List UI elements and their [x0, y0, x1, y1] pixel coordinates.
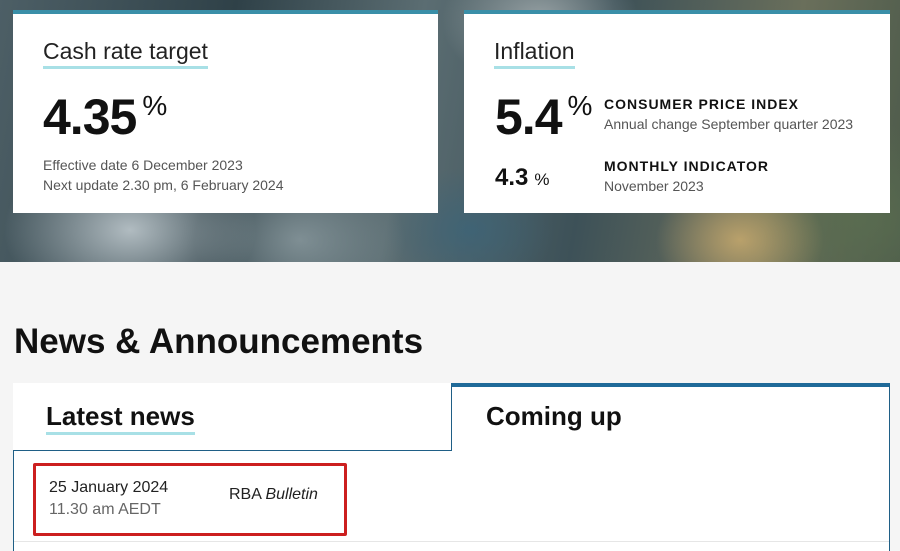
- cpi-info: CONSUMER PRICE INDEX Annual change Septe…: [604, 94, 853, 134]
- event-date: 25 January 2024: [49, 479, 169, 496]
- monthly-label: MONTHLY INDICATOR: [604, 158, 770, 174]
- event-item[interactable]: 25 January 2024 11.30 am AEDT RBA Bullet…: [33, 463, 347, 536]
- cpi-description: Annual change September quarter 2023: [604, 116, 854, 132]
- monthly-info: MONTHLY INDICATOR November 2023: [604, 156, 769, 196]
- coming-up-panel: 25 January 2024 11.30 am AEDT RBA Bullet…: [13, 451, 890, 551]
- monthly-description: November 2023: [604, 178, 704, 194]
- panel-divider: [14, 541, 889, 542]
- monthly-value-group: 4.3%: [495, 164, 550, 192]
- event-title-prefix: RBA: [229, 486, 266, 503]
- cash-rate-title[interactable]: Cash rate target: [43, 38, 208, 69]
- monthly-value: 4.3: [495, 164, 529, 191]
- event-time: 11.30 am AEDT: [49, 501, 161, 518]
- inflation-card: Inflation 5.4% CONSUMER PRICE INDEX Annu…: [464, 10, 890, 213]
- news-tabs: Latest news Coming up 25 January 2024 11…: [13, 383, 890, 551]
- cash-rate-value-group: 4.35%: [43, 89, 168, 145]
- event-title-italic: Bulletin: [265, 486, 318, 503]
- tab-latest-news-label: Latest news: [46, 401, 195, 435]
- monthly-unit: %: [534, 170, 550, 189]
- cpi-unit: %: [567, 90, 593, 121]
- inflation-title[interactable]: Inflation: [494, 38, 575, 69]
- tab-coming-up-label: Coming up: [486, 401, 622, 431]
- tab-latest-news[interactable]: Latest news: [13, 383, 451, 451]
- news-section-title: News & Announcements: [14, 322, 424, 361]
- cash-rate-effective-date: Effective date 6 December 2023: [43, 157, 243, 173]
- cash-rate-next-update: Next update 2.30 pm, 6 February 2024: [43, 177, 284, 193]
- cash-rate-value: 4.35: [43, 89, 137, 145]
- cpi-value-group: 5.4%: [495, 89, 593, 145]
- cpi-label: CONSUMER PRICE INDEX: [604, 96, 800, 112]
- cpi-value: 5.4: [495, 89, 563, 145]
- cash-rate-meta: Effective date 6 December 2023 Next upda…: [43, 155, 283, 195]
- cash-rate-unit: %: [142, 90, 168, 121]
- event-title[interactable]: RBA Bulletin: [229, 486, 318, 504]
- tab-coming-up[interactable]: Coming up: [451, 383, 890, 452]
- cash-rate-card: Cash rate target 4.35% Effective date 6 …: [13, 10, 438, 213]
